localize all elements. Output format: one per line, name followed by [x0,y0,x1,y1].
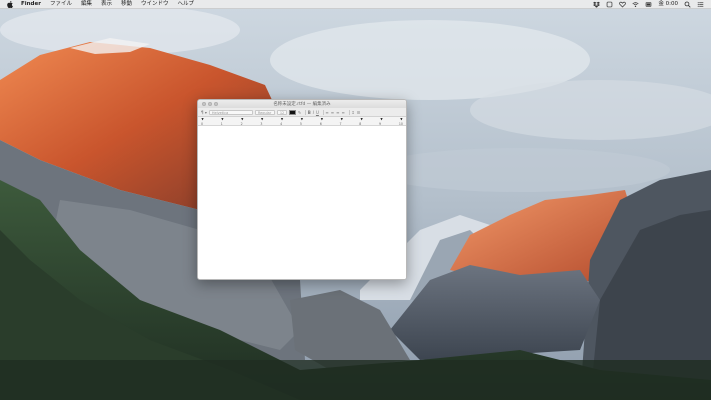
font-size-select[interactable]: 12 [276,109,287,115]
window-title: 名称未設定.rtfd — 編集済み [273,102,331,107]
ruler-number: 3 [260,121,263,126]
menu-bar-right: 金 0:00 [587,0,711,9]
ruler-number: 7 [339,121,342,126]
heart-icon[interactable] [619,1,627,8]
ruler[interactable]: ▼ ▼ ▼ ▼ ▼ ▼ ▼ ▼ ▼ ▼ ▼ 0 1 2 3 4 5 6 7 8 … [198,117,406,126]
list-bullets-icon[interactable]: ☰ [357,110,361,115]
menu-item-file[interactable]: ファイル [50,0,72,9]
toolbar-separator [322,109,324,115]
align-right-icon[interactable]: ≡ [336,110,339,115]
font-family-select[interactable]: Helvetica [208,109,253,115]
wifi-icon[interactable] [632,1,639,8]
dropbox-icon[interactable] [593,1,601,8]
line-spacing-icon[interactable]: ↕ [351,110,354,115]
ruler-number: 2 [240,121,243,126]
ruler-number: 5 [299,121,302,126]
align-center-icon[interactable]: ≡ [331,110,334,115]
ruler-number: 0 [201,121,204,126]
menu-item-finder[interactable]: Finder [21,0,41,9]
menu-bar: Finder ファイル 編集 表示 移動 ウインドウ ヘルプ 金 0:00 [0,0,711,9]
ruler-number: 6 [319,121,322,126]
menu-item-view[interactable]: 表示 [101,0,112,9]
battery-icon[interactable] [645,1,652,8]
align-left-icon[interactable]: ≡ [325,110,328,115]
bold-button[interactable]: B [308,110,311,115]
toolbar-separator [348,109,350,115]
apple-logo-icon[interactable] [7,0,13,8]
italic-button[interactable]: I [313,110,314,115]
menu-item-edit[interactable]: 編集 [81,0,92,9]
format-toolbar: ¶ ▾ Helvetica Regular 12 ✎ B I U ≡ ≡ ≡ ≡… [198,108,406,117]
text-color-swatch[interactable] [288,109,296,115]
notification-badge-icon[interactable] [606,1,613,8]
textedit-window[interactable]: 名称未設定.rtfd — 編集済み ¶ ▾ Helvetica Regular … [197,99,407,280]
ruler-number: 9 [379,121,382,126]
align-justify-icon[interactable]: ≡ [341,110,344,115]
document-text-area[interactable] [198,126,406,279]
menu-bar-left: Finder ファイル 編集 表示 移動 ウインドウ ヘルプ [0,0,203,9]
ruler-number: 8 [359,121,362,126]
window-titlebar[interactable]: 名称未設定.rtfd — 編集済み [198,100,406,108]
ruler-number: 1 [220,121,223,126]
ruler-number: 4 [280,121,283,126]
menu-item-window[interactable]: ウインドウ [141,0,169,9]
paragraph-style-button[interactable]: ¶ ▾ [201,110,207,115]
notification-center-icon[interactable] [697,1,704,8]
menu-item-help[interactable]: ヘルプ [178,0,195,9]
underline-button[interactable]: U [316,110,319,115]
highlight-color-icon[interactable]: ✎ [298,110,301,115]
ruler-number: 10 [398,121,403,126]
spotlight-search-icon[interactable] [684,1,691,8]
font-style-select[interactable]: Regular [254,109,275,115]
toolbar-separator [305,109,306,115]
menu-bar-clock[interactable]: 金 0:00 [658,0,678,9]
ruler-numbers: 0 1 2 3 4 5 6 7 8 9 10 [201,122,403,126]
menu-item-go[interactable]: 移動 [121,0,132,9]
